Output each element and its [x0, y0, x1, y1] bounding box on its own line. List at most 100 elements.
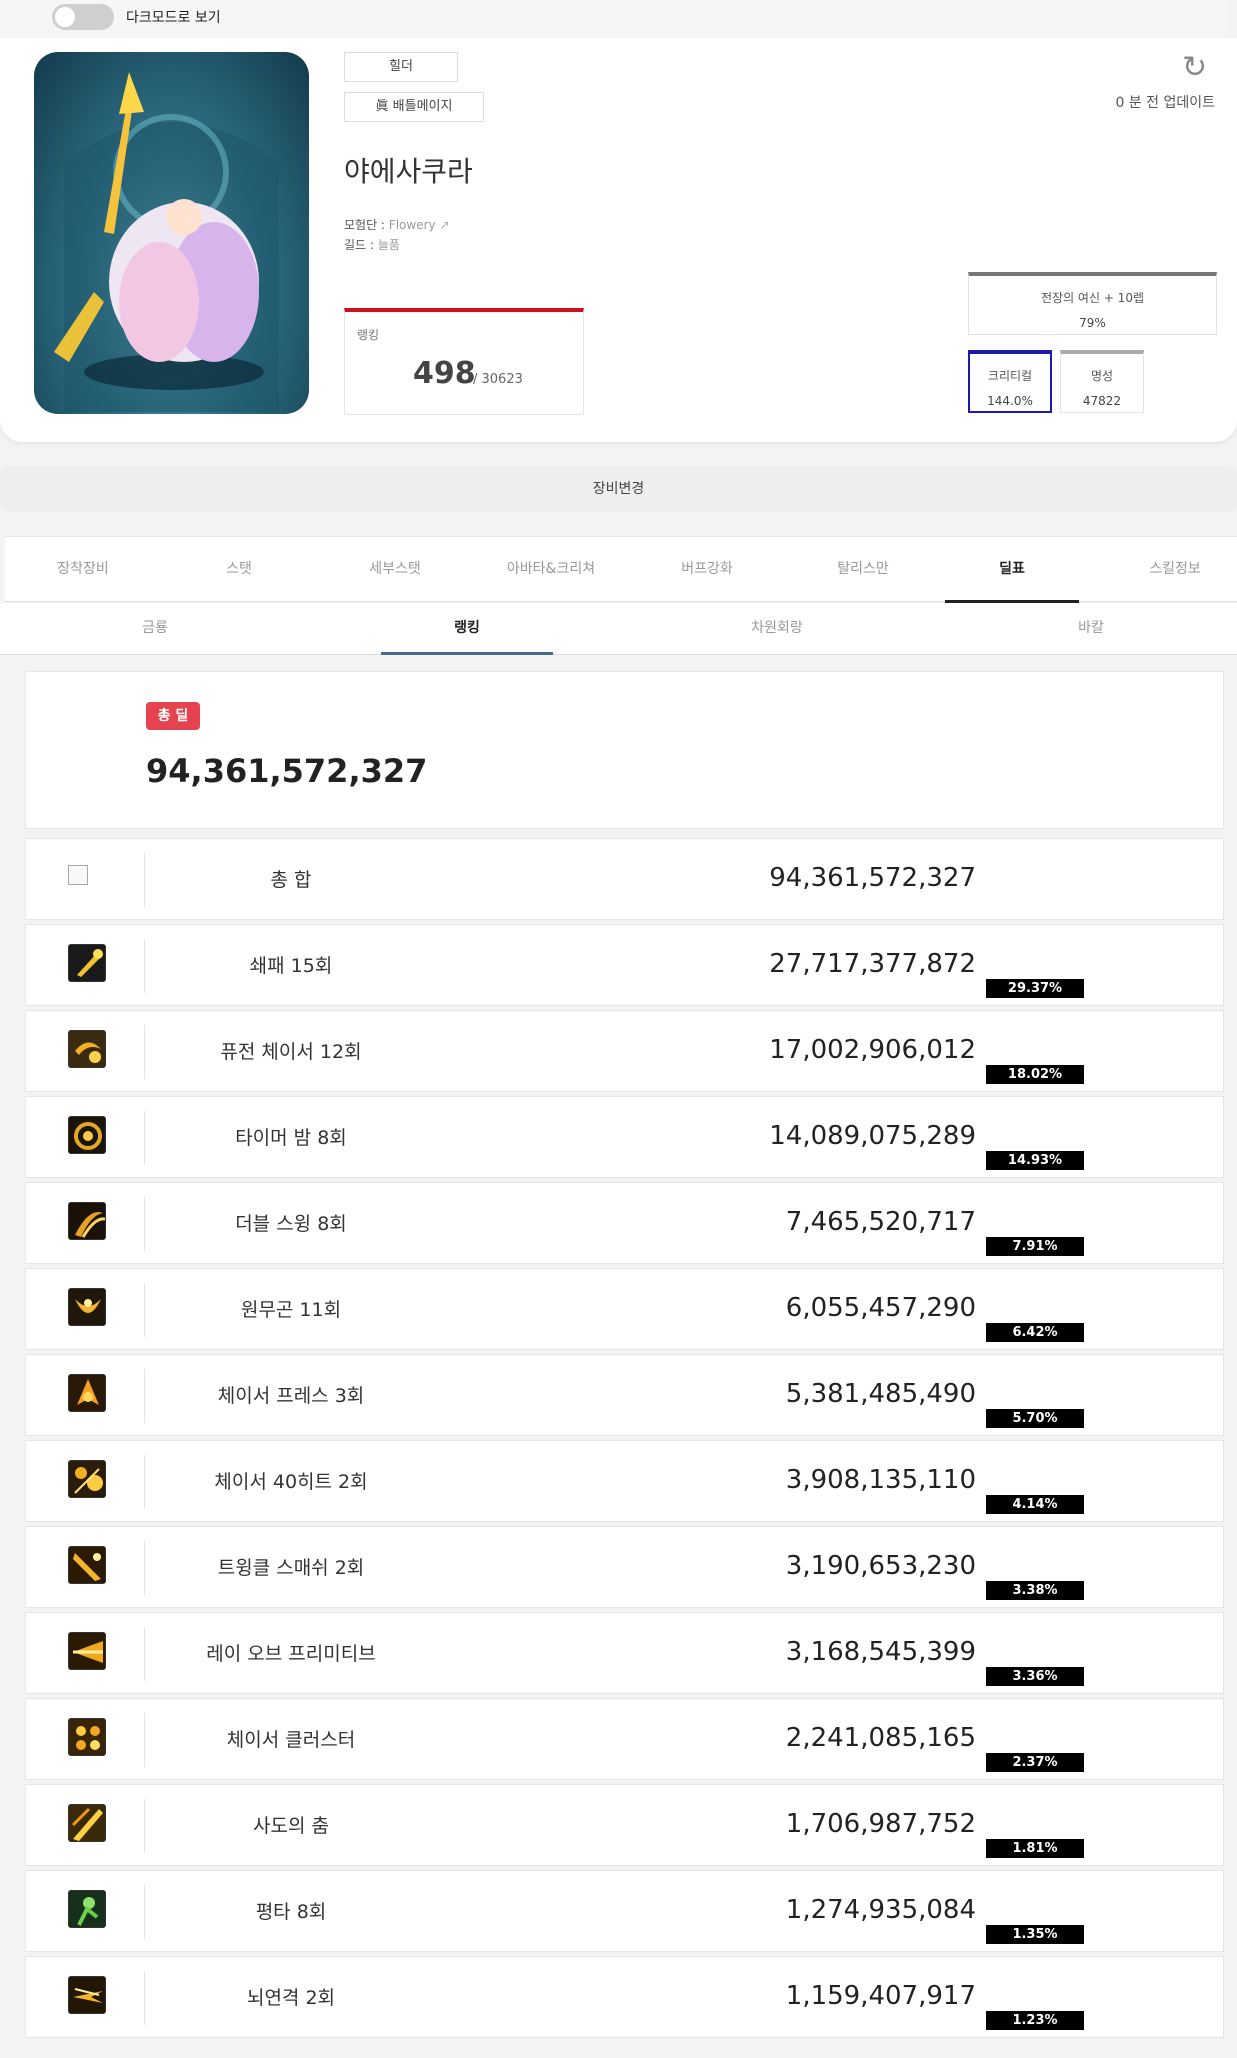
damage-percent: 3.38%	[986, 1581, 1084, 1600]
character-artwork	[54, 72, 279, 412]
damage-percent: 14.93%	[986, 1151, 1084, 1170]
row-separator	[144, 939, 145, 993]
skill-name: 레이 오브 프리미티브	[206, 1643, 376, 1665]
character-name: 야에사쿠라	[344, 155, 473, 188]
row-separator	[144, 1885, 145, 1939]
damage-value: 3,908,135,110	[785, 1465, 976, 1495]
row-separator	[144, 1283, 145, 1337]
total-damage-summary: 총 딜 94,361,572,327	[25, 671, 1224, 829]
tab-damage-table[interactable]: 딜표	[945, 537, 1079, 603]
damage-row: 원무곤 11회 6,055,457,290 6.42%	[25, 1268, 1224, 1350]
damage-value: 1,706,987,752	[785, 1809, 976, 1839]
tab-stats[interactable]: 스탯	[161, 537, 317, 603]
total-image	[68, 865, 88, 885]
damage-value: 6,055,457,290	[785, 1293, 976, 1323]
adventure-info: 모험단 : Flowery ↗	[344, 216, 450, 233]
tab-buff-enhance[interactable]: 버프강화	[629, 537, 785, 603]
subtab-ranking[interactable]: 랭킹	[381, 603, 553, 655]
damage-percent: 2.37%	[986, 1753, 1084, 1772]
subtab-gold-dragon[interactable]: 금룡	[40, 603, 270, 655]
timer-bomb-icon	[68, 1116, 106, 1154]
damage-row: 타이머 밤 8회 14,089,075,289 14.93%	[25, 1096, 1224, 1178]
tab-detail-stats[interactable]: 세부스탯	[317, 537, 473, 603]
damage-row-total: 총 합 94,361,572,327	[25, 838, 1224, 920]
damage-percent: 18.02%	[986, 1065, 1084, 1084]
chaser-cluster-icon	[68, 1718, 106, 1756]
rank-value: 498	[413, 356, 476, 391]
damage-row: 뇌연격 2회 1,159,407,917 1.23%	[25, 1956, 1224, 2038]
chaser-press-icon	[68, 1374, 106, 1412]
damage-row: 체이서 클러스터 2,241,085,165 2.37%	[25, 1698, 1224, 1780]
twinkle-smash-icon	[68, 1546, 106, 1584]
damage-row: 체이서 프레스 3회 5,381,485,490 5.70%	[25, 1354, 1224, 1436]
guild-value: 늘품	[377, 238, 400, 252]
skill-name: 체이서 클러스터	[226, 1729, 356, 1751]
total-damage-badge: 총 딜	[146, 702, 200, 730]
tab-equipment[interactable]: 장착장비	[5, 537, 161, 603]
row-separator	[144, 1455, 145, 1509]
darkmode-label: 다크모드로 보기	[126, 10, 221, 26]
row-separator	[144, 1713, 145, 1767]
ray-of-primitive-icon	[68, 1632, 106, 1670]
rank-label: 랭킹	[357, 328, 380, 342]
subtab-dimension-corridor[interactable]: 차원회랑	[662, 603, 892, 655]
damage-value: 17,002,906,012	[769, 1035, 976, 1065]
damage-row: 사도의 춤 1,706,987,752 1.81%	[25, 1784, 1224, 1866]
damage-row: 쇄패 15회 27,717,377,872 29.37%	[25, 924, 1224, 1006]
rank-total: / 30623	[473, 372, 523, 387]
fame-box[interactable]: 명성 47822	[1060, 350, 1144, 413]
tab-skill-info[interactable]: 스킬정보	[1097, 537, 1237, 603]
damage-percent: 29.37%	[986, 979, 1084, 998]
skill-name: 뇌연격 2회	[246, 1987, 336, 2009]
share-icon[interactable]: ↗	[439, 218, 449, 232]
damage-percent: 1.35%	[986, 1925, 1084, 1944]
damage-value: 3,168,545,399	[785, 1637, 976, 1667]
adventure-label: 모험단 :	[344, 218, 389, 232]
damage-value: 94,361,572,327	[769, 863, 976, 893]
damage-row: 트윙클 스매쉬 2회 3,190,653,230 3.38%	[25, 1526, 1224, 1608]
skill-name: 체이서 프레스 3회	[217, 1385, 365, 1407]
sub-tabs: 금룡 랭킹 차원회랑 바칼	[0, 603, 1237, 655]
guild-info: 길드 : 늘품	[344, 236, 400, 253]
tab-talisman[interactable]: 탈리스만	[785, 537, 941, 603]
row-separator	[144, 1627, 145, 1681]
subtab-bakal[interactable]: 바칼	[976, 603, 1206, 655]
equip-change-button[interactable]: 장비변경	[0, 466, 1237, 512]
damage-percent: 6.42%	[986, 1323, 1084, 1342]
adventure-value[interactable]: Flowery	[389, 218, 436, 232]
damage-value: 7,465,520,717	[785, 1207, 976, 1237]
crit-box[interactable]: 크리티컬 144.0%	[968, 350, 1052, 413]
double-swing-icon	[68, 1202, 106, 1240]
darkmode-toggle[interactable]	[52, 4, 114, 30]
damage-value: 14,089,075,289	[769, 1121, 976, 1151]
damage-row: 더블 스윙 8회 7,465,520,717 7.91%	[25, 1182, 1224, 1264]
chaser-hit-icon	[68, 1460, 106, 1498]
skill-name: 트윙클 스매쉬 2회	[217, 1557, 365, 1579]
update-time: 0 분 전 업데이트	[1115, 95, 1215, 111]
crit-value: 144.0%	[987, 394, 1033, 408]
damage-value: 27,717,377,872	[769, 949, 976, 979]
guild-label: 길드 :	[344, 238, 378, 252]
buff-title: 전장의 여신 + 10렙	[1040, 291, 1144, 305]
refresh-icon[interactable]: ↻	[1182, 50, 1207, 85]
shatter-icon	[68, 944, 106, 982]
job-tag: 힐더	[344, 52, 458, 82]
skill-name: 평타 8회	[255, 1901, 327, 1923]
thunder-strike-icon	[68, 1976, 106, 2014]
row-separator	[144, 1541, 145, 1595]
skill-name: 원무곤 11회	[240, 1299, 342, 1321]
damage-percent: 7.91%	[986, 1237, 1084, 1256]
basic-attack-icon	[68, 1890, 106, 1928]
fusion-chaser-icon	[68, 1030, 106, 1068]
damage-row: 평타 8회 1,274,935,084 1.35%	[25, 1870, 1224, 1952]
fame-value: 47822	[1082, 394, 1122, 408]
skill-name: 퓨전 체이서 12회	[220, 1041, 362, 1063]
damage-percent: 5.70%	[986, 1409, 1084, 1428]
main-tabs: 장착장비 스탯 세부스탯 아바타&크리쳐 버프강화 탈리스만 딜표 스킬정보	[5, 536, 1237, 603]
damage-percent: 1.81%	[986, 1839, 1084, 1858]
damage-value: 5,381,485,490	[785, 1379, 976, 1409]
tab-avatar-creature[interactable]: 아바타&크리쳐	[473, 537, 629, 603]
skill-name: 체이서 40히트 2회	[214, 1471, 368, 1493]
crit-label: 크리티컬	[987, 369, 1033, 383]
toggle-knob	[55, 7, 75, 27]
